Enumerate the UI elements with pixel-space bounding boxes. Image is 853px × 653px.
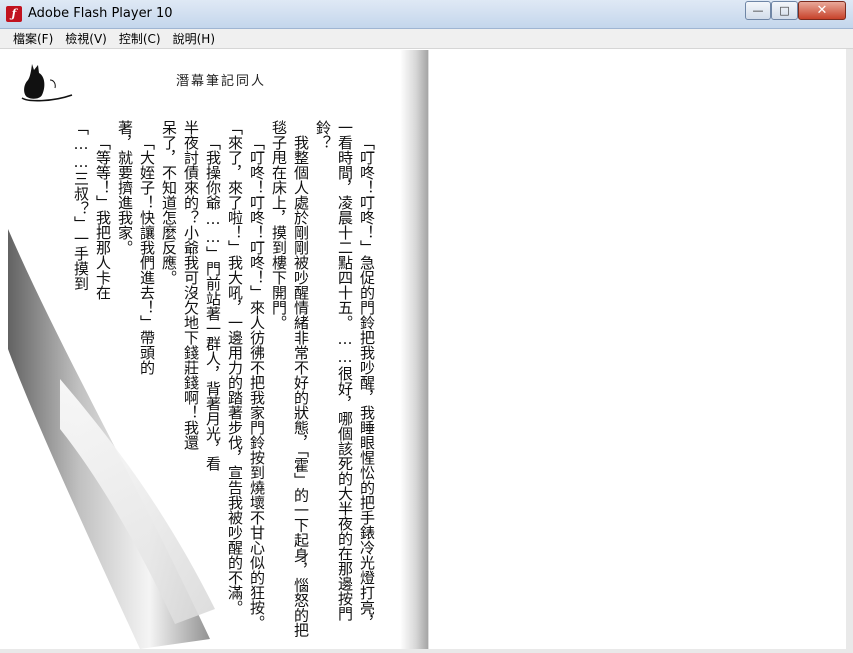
- window-title: Adobe Flash Player 10: [28, 6, 173, 21]
- paragraph: 呆了，不知道怎麼反應。: [160, 120, 178, 285]
- menu-view[interactable]: 檢視(V): [60, 30, 112, 47]
- stage-frame-bottom: [0, 649, 853, 653]
- paragraph: 我整個人處於剛剛被吵醒情緒非常不好的狀態，「霍」的一下起身，惱怒的把毯子甩在床上…: [270, 120, 310, 638]
- book-text: 「叮咚！叮咚！」急促的門鈴把我吵醒，我睡眼惺忪的把手錶冷光燈打亮，一看時間，凌晨…: [48, 120, 378, 640]
- close-button[interactable]: ✕: [798, 1, 846, 20]
- stage-frame-right: [846, 49, 853, 653]
- maximize-button[interactable]: □: [771, 1, 798, 20]
- left-page[interactable]: 潛幕筆記同人 「叮咚！叮咚！」急促的門鈴把我吵醒，我睡眼惺忪的把手錶冷光燈打亮，…: [8, 50, 427, 650]
- title-bar: ƒ Adobe Flash Player 10 — □ ✕: [0, 0, 853, 29]
- paragraph: 著，就要擠進我家。: [116, 120, 134, 255]
- minimize-icon: —: [752, 4, 764, 17]
- right-page[interactable]: [428, 50, 846, 650]
- menu-bar: 檔案(F) 檢視(V) 控制(C) 說明(H): [0, 29, 853, 49]
- book-header-title: 潛幕筆記同人: [176, 74, 267, 89]
- menu-file[interactable]: 檔案(F): [8, 30, 58, 47]
- menu-help[interactable]: 說明(H): [168, 30, 220, 47]
- paragraph: 「大姪子！快讓我們進去！」帶頭的: [138, 135, 156, 375]
- flash-stage: 潛幕筆記同人 「叮咚！叮咚！」急促的門鈴把我吵醒，我睡眼惺忪的把手錶冷光燈打亮，…: [0, 49, 853, 653]
- paragraph: 「叮咚！叮咚！」急促的門鈴把我吵醒，我睡眼惺忪的把手錶冷光燈打亮，一看時間，凌晨…: [314, 120, 376, 630]
- paragraph: 「……三叔？」一手摸到: [72, 120, 90, 291]
- flash-player-icon: ƒ: [6, 6, 22, 22]
- paragraph: 「叮咚！叮咚！叮咚！」來人彷彿不把我家門鈴按到燒壞不甘心似的狂按。「來了，來了啦…: [226, 120, 266, 630]
- paragraph: 「等等！」我把那人卡在: [94, 135, 112, 300]
- menu-control[interactable]: 控制(C): [114, 30, 166, 47]
- maximize-icon: □: [779, 4, 790, 17]
- minimize-button[interactable]: —: [745, 1, 771, 20]
- book-spine-shadow: [400, 50, 428, 650]
- cat-logo-icon: [21, 64, 73, 102]
- close-icon: ✕: [816, 3, 828, 18]
- paragraph: 「我操你爺……」門前站著一群人，背著月光，看: [204, 135, 222, 471]
- paragraph: 半夜討債來的？小爺我可沒欠地下錢莊錢啊！我還: [182, 120, 200, 450]
